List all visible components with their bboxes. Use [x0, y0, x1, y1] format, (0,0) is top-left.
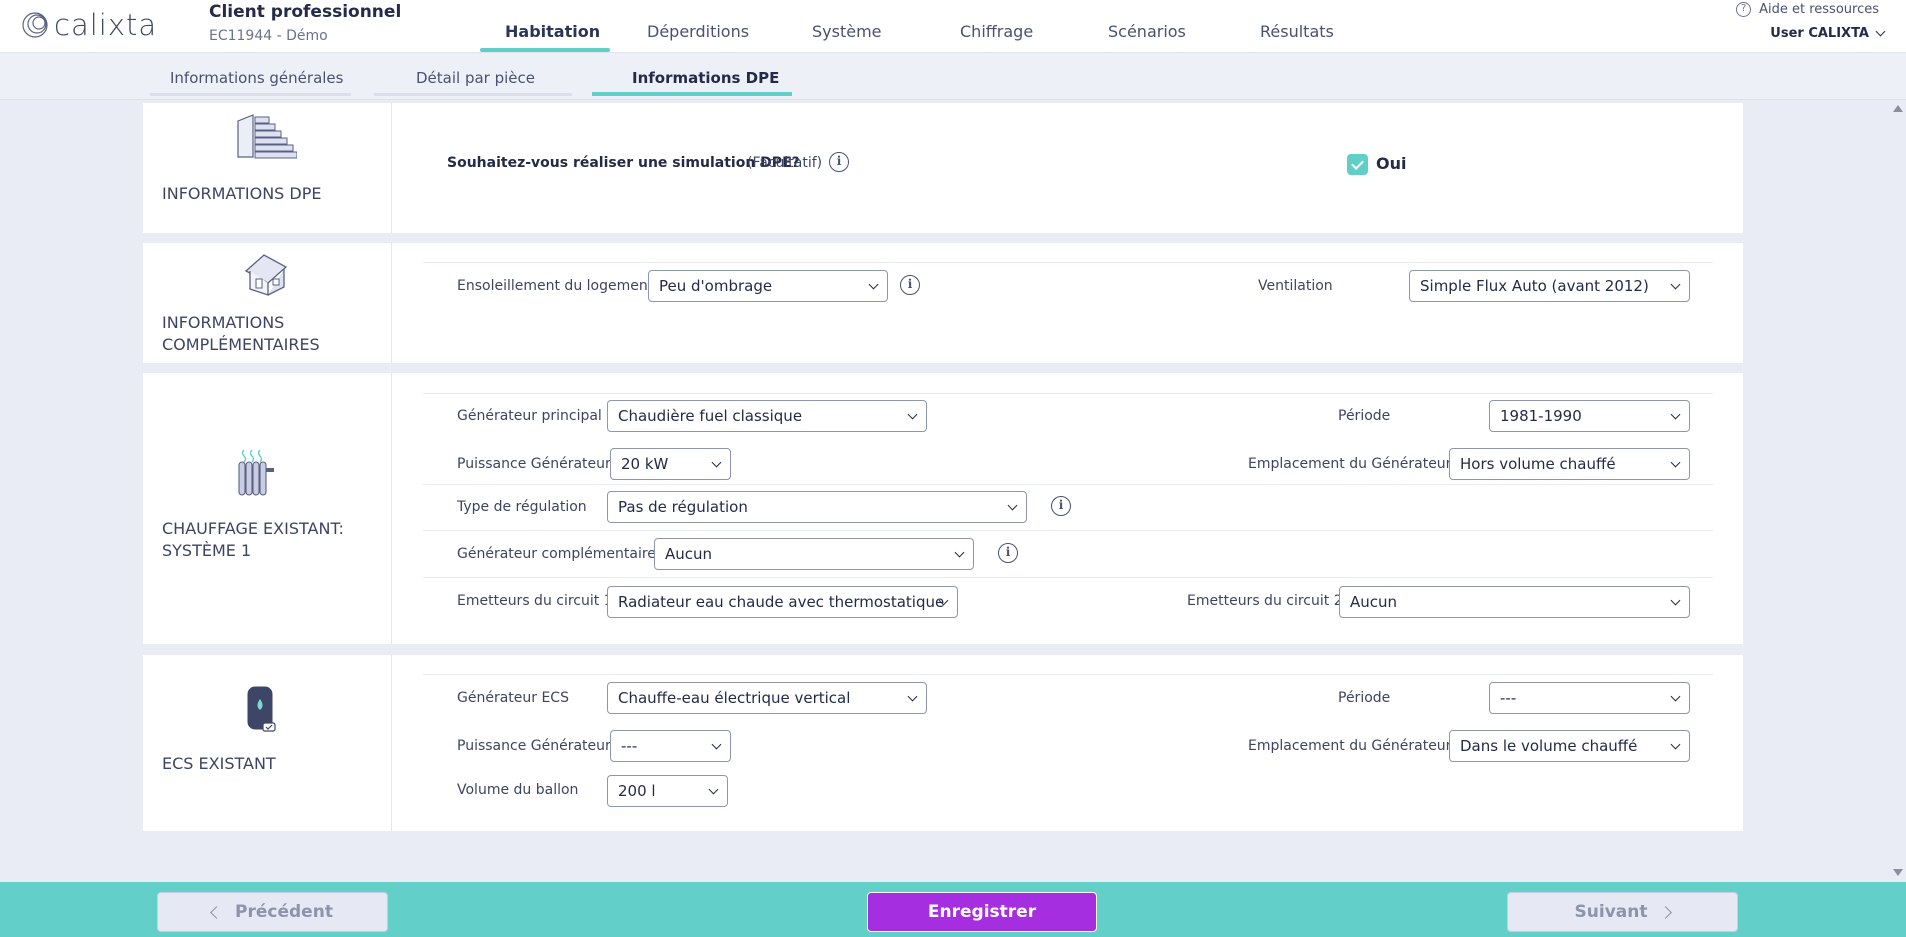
power-select[interactable]: 20 kW — [610, 448, 731, 480]
app-logo[interactable]: calixta — [20, 8, 158, 42]
next-label: Suivant — [1574, 902, 1648, 922]
user-menu[interactable]: User CALIXTA — [1770, 26, 1886, 41]
ecs-volume-label: Volume du ballon — [457, 782, 579, 798]
section-title: INFORMATIONS COMPLÉMENTAIRES — [162, 313, 320, 354]
circuit1-select[interactable]: Radiateur eau chaude avec thermostatique — [607, 586, 958, 618]
previous-label: Précédent — [235, 902, 333, 922]
logo-text: calixta — [54, 8, 158, 42]
row-divider — [423, 262, 1713, 263]
subtab-active-indicator — [592, 92, 792, 96]
comp-generator-label: Générateur complémentaire — [457, 546, 656, 562]
comp-generator-select[interactable]: Aucun — [654, 538, 974, 570]
regulation-label: Type de régulation — [457, 499, 587, 515]
ventilation-label: Ventilation — [1258, 278, 1333, 294]
client-subtitle: EC11944 - Démo — [209, 28, 328, 44]
row-divider — [423, 577, 1713, 578]
house-icon — [244, 254, 288, 296]
sun-select[interactable]: Peu d'ombrage — [648, 270, 888, 302]
section-sidebar: INFORMATIONS COMPLÉMENTAIRES — [143, 243, 392, 363]
nav-chiffrage[interactable]: Chiffrage — [960, 22, 1033, 41]
nav-scenarios[interactable]: Scénarios — [1108, 22, 1186, 41]
row-divider — [423, 674, 1713, 675]
row-divider — [423, 530, 1713, 531]
subtab-informations-generales[interactable]: Informations générales — [170, 69, 343, 87]
subtab-line — [374, 93, 572, 96]
sub-nav: Informations générales Détail par pièce … — [0, 53, 1906, 100]
chevron-left-icon — [210, 905, 223, 919]
radiator-icon — [238, 449, 274, 496]
nav-active-indicator — [480, 48, 610, 52]
section-informations-complementaires: INFORMATIONS COMPLÉMENTAIRES Ensoleilleme… — [143, 243, 1743, 363]
footer-bar: Précédent Enregistrer Suivant — [0, 882, 1906, 937]
section-sidebar: CHAUFFAGE EXISTANT: SYSTÈME 1 — [143, 373, 392, 644]
next-button[interactable]: Suivant — [1507, 892, 1738, 932]
scroll-up-arrow[interactable] — [1893, 105, 1903, 112]
main-generator-label: Générateur principal — [457, 408, 602, 424]
dpe-checkbox[interactable] — [1347, 154, 1368, 175]
row-divider — [423, 484, 1713, 485]
help-link[interactable]: ? Aide et ressources — [1736, 2, 1879, 17]
nav-resultats[interactable]: Résultats — [1260, 22, 1334, 41]
section-title: INFORMATIONS DPE — [162, 184, 322, 203]
top-header: calixta Client professionnel EC11944 - D… — [0, 0, 1906, 53]
section-informations-dpe: INFORMATIONS DPE Souhaitez-vous réaliser… — [143, 103, 1743, 233]
main-generator-select[interactable]: Chaudière fuel classique — [607, 400, 927, 432]
energy-label-icon — [237, 114, 297, 159]
ecs-power-select[interactable]: --- — [610, 730, 731, 762]
location-select[interactable]: Hors volume chauffé — [1449, 448, 1690, 480]
ecs-generator-select[interactable]: Chauffe-eau électrique vertical — [607, 682, 927, 714]
help-label: Aide et ressources — [1759, 2, 1879, 17]
dpe-optional: (Facultatif) — [747, 155, 823, 171]
nav-deperditions[interactable]: Déperditions — [647, 22, 749, 41]
chevron-right-icon — [1659, 905, 1673, 919]
ecs-location-label: Emplacement du Générateur — [1248, 738, 1452, 754]
chevron-down-icon — [1875, 26, 1886, 37]
ecs-location-select[interactable]: Dans le volume chauffé — [1449, 730, 1690, 762]
save-label: Enregistrer — [927, 902, 1037, 922]
subtab-informations-dpe[interactable]: Informations DPE — [632, 69, 779, 87]
nav-habitation[interactable]: Habitation — [505, 22, 600, 41]
client-title: Client professionnel — [209, 2, 402, 22]
info-icon[interactable]: i — [900, 275, 920, 295]
period-label: Période — [1338, 408, 1391, 424]
ecs-period-label: Période — [1338, 690, 1391, 706]
ecs-power-label: Puissance Générateur — [457, 738, 611, 754]
info-icon[interactable]: i — [1051, 496, 1071, 516]
water-heater-icon — [247, 686, 276, 732]
regulation-select[interactable]: Pas de régulation — [607, 491, 1027, 523]
dpe-checkbox-label: Oui — [1376, 154, 1407, 173]
period-select[interactable]: 1981-1990 — [1489, 400, 1690, 432]
circuit2-select[interactable]: Aucun — [1339, 586, 1690, 618]
ventilation-select[interactable]: Simple Flux Auto (avant 2012) — [1409, 270, 1690, 302]
subtab-detail-par-piece[interactable]: Détail par pièce — [416, 69, 535, 87]
section-chauffage-existant: CHAUFFAGE EXISTANT: SYSTÈME 1 Générateur … — [143, 373, 1743, 644]
section-sidebar: ECS EXISTANT — [143, 655, 392, 831]
scroll-down-arrow[interactable] — [1893, 869, 1903, 876]
info-icon[interactable]: i — [829, 152, 849, 172]
location-label: Emplacement du Générateur — [1248, 456, 1452, 472]
info-icon[interactable]: i — [998, 543, 1018, 563]
circuit2-label: Emetteurs du circuit 2 — [1187, 593, 1343, 609]
save-button[interactable]: Enregistrer — [867, 892, 1097, 932]
ecs-period-select[interactable]: --- — [1489, 682, 1690, 714]
section-title: CHAUFFAGE EXISTANT: SYSTÈME 1 — [162, 519, 344, 560]
section-sidebar: INFORMATIONS DPE — [143, 103, 392, 233]
user-label: User CALIXTA — [1770, 26, 1869, 41]
previous-button[interactable]: Précédent — [157, 892, 388, 932]
power-label: Puissance Générateur — [457, 456, 611, 472]
logo-rings-icon — [22, 12, 48, 38]
help-circle-icon: ? — [1736, 2, 1752, 17]
row-divider — [423, 393, 1713, 394]
nav-systeme[interactable]: Système — [812, 22, 882, 41]
sun-label: Ensoleillement du logement — [457, 278, 654, 294]
ecs-volume-select[interactable]: 200 l — [607, 775, 728, 807]
ecs-generator-label: Générateur ECS — [457, 690, 569, 706]
subtab-line — [150, 93, 351, 96]
section-ecs-existant: ECS EXISTANT Générateur ECS Chauffe-eau … — [143, 655, 1743, 831]
circuit1-label: Emetteurs du circuit 1 — [457, 593, 613, 609]
section-title: ECS EXISTANT — [162, 754, 276, 773]
